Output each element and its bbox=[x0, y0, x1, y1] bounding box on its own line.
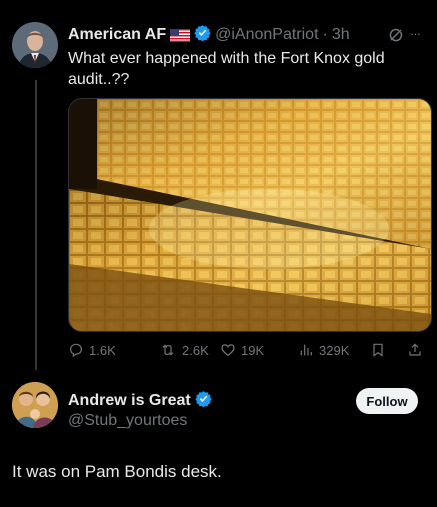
us-flag-icon bbox=[170, 28, 191, 42]
reply-count: 1.6K bbox=[89, 342, 116, 358]
retweet-action[interactable]: 2.6K bbox=[159, 342, 209, 358]
gold-bars-vault-image bbox=[69, 99, 431, 331]
tweet-author-handle[interactable]: @iAnonPatriot bbox=[215, 26, 318, 44]
tweet-timestamp[interactable]: 3h bbox=[332, 26, 350, 44]
tweet-header: American AF @iAnonPatriot · 3h bbox=[68, 24, 430, 46]
analytics-bars-icon bbox=[300, 344, 312, 356]
heart-icon bbox=[221, 344, 235, 357]
tweet-text: What ever happened with the Fort Knox go… bbox=[68, 48, 430, 90]
tweet-media-gold-bars-image[interactable] bbox=[68, 98, 432, 332]
like-count: 19K bbox=[241, 342, 265, 358]
bookmark-icon bbox=[373, 343, 383, 357]
man-in-suit-portrait-icon bbox=[12, 22, 58, 68]
reply-header: Andrew is Great bbox=[68, 390, 212, 412]
tweet-text-line-2: audit..?? bbox=[68, 71, 130, 88]
header-separator: · bbox=[322, 26, 328, 43]
more-options-icon[interactable]: ··· bbox=[410, 26, 421, 41]
reply-author-handle[interactable]: @Stub_yourtoes bbox=[68, 412, 187, 430]
thread-connector-line bbox=[35, 80, 37, 370]
view-count: 329K bbox=[319, 342, 350, 358]
verified-badge-icon bbox=[194, 24, 211, 46]
reply-bubble-icon bbox=[70, 343, 82, 358]
tweet-author-avatar[interactable] bbox=[12, 22, 58, 68]
retweet-icon bbox=[162, 344, 174, 356]
share-action[interactable] bbox=[407, 342, 423, 358]
retweet-count: 2.6K bbox=[182, 342, 209, 358]
share-icon bbox=[409, 343, 421, 356]
tweet-text-line-1: What ever happened with the Fort Knox go… bbox=[68, 50, 385, 67]
bookmark-action[interactable] bbox=[370, 342, 386, 358]
reply-action[interactable]: 1.6K bbox=[68, 342, 116, 358]
reply-author-avatar[interactable] bbox=[12, 382, 58, 428]
views-action[interactable]: 329K bbox=[298, 342, 349, 358]
reply-text: It was on Pam Bondis desk. bbox=[12, 462, 222, 481]
like-action[interactable]: 19K bbox=[220, 342, 264, 358]
reply-verified-badge-icon bbox=[195, 390, 212, 412]
tweet-action-bar: 1.6K 2.6K 19K 329K bbox=[68, 342, 430, 362]
family-cartoon-avatar-icon bbox=[12, 382, 58, 428]
tweet-author-name[interactable]: American AF bbox=[68, 26, 166, 44]
follow-button[interactable]: Follow bbox=[356, 388, 418, 414]
reply-author-name[interactable]: Andrew is Great bbox=[68, 392, 191, 410]
grok-icon[interactable] bbox=[388, 27, 404, 48]
